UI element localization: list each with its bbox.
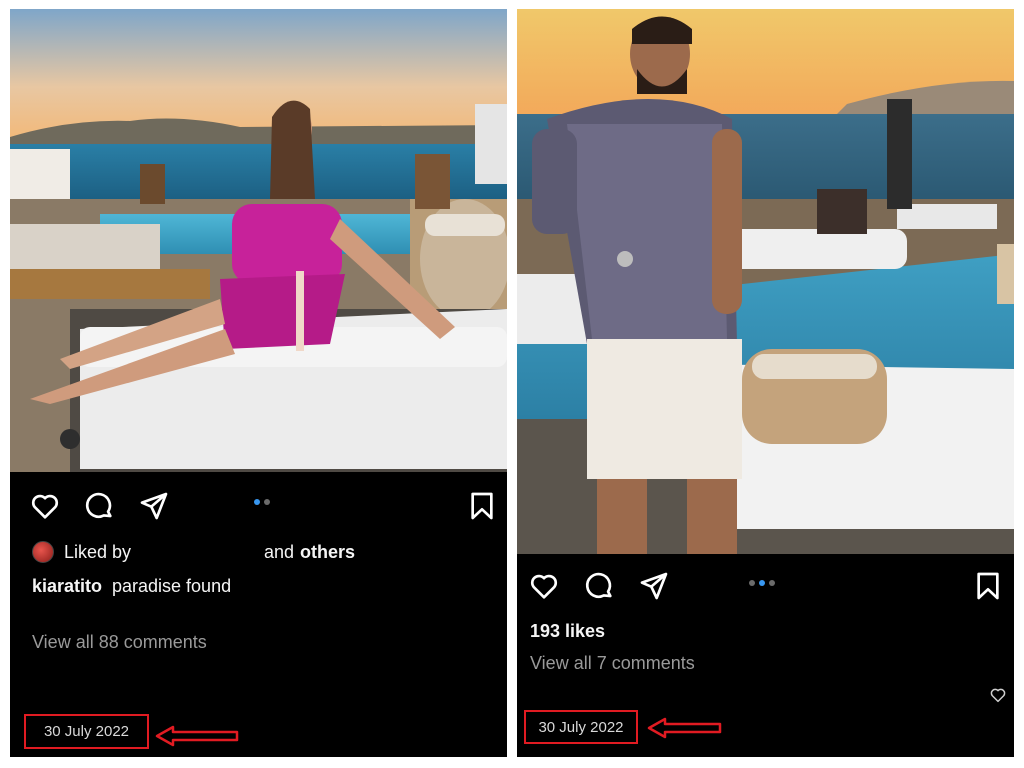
bookmark-icon[interactable] [465,489,499,523]
carousel-dots [254,499,270,505]
post-date: 30 July 2022 [24,714,149,749]
caption-text: paradise found [112,576,232,596]
heart-icon[interactable] [527,569,561,603]
share-icon[interactable] [637,569,671,603]
heart-icon[interactable] [28,489,62,523]
red-arrow-annotation [647,717,722,739]
post-date-text: 30 July 2022 [43,723,130,740]
post-date-text: 30 July 2022 [538,718,624,736]
red-arrow-annotation [155,725,239,747]
likes-count[interactable]: 193 likes [530,621,605,642]
photo-man-poolside [517,9,1014,554]
carousel-dot [769,580,775,586]
liked-by-prefix: Liked by [64,542,132,562]
caption-username[interactable]: kiaratito [32,576,102,597]
post-photo[interactable] [10,9,507,472]
carousel-dots [749,580,775,586]
post-photo[interactable] [517,9,1014,554]
liked-by-others-link[interactable]: others [300,542,355,563]
view-comments-link[interactable]: View all 7 comments [530,653,695,674]
comment-icon[interactable] [82,489,116,523]
post-right: 193 likes View all 7 comments 30 July 20… [517,9,1014,757]
comment-icon[interactable] [582,569,616,603]
comment-like-heart-icon[interactable] [989,686,1007,704]
post-left: Liked by and others kiaratito paradise f… [10,9,507,757]
carousel-dot [759,580,765,586]
avatar[interactable] [32,541,54,563]
photo-woman-poolside [10,9,507,472]
carousel-dot [749,580,755,586]
share-icon[interactable] [137,489,171,523]
view-comments-link[interactable]: View all 88 comments [32,632,207,653]
bookmark-icon[interactable] [971,569,1005,603]
carousel-dot [254,499,260,505]
liked-by-suffix: and [264,542,295,562]
post-date: 30 July 2022 [524,710,638,744]
carousel-dot [264,499,270,505]
